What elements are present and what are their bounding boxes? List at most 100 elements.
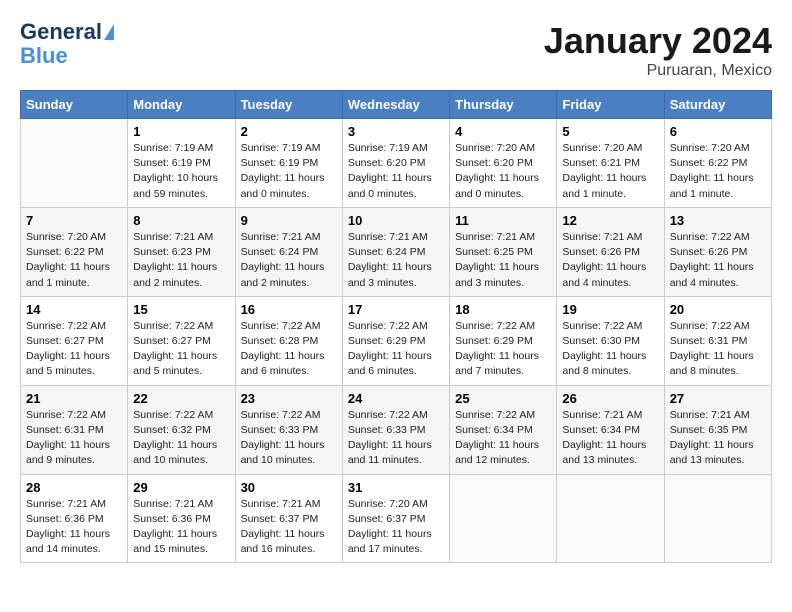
day-number: 24	[348, 391, 444, 406]
day-info: Sunrise: 7:20 AMSunset: 6:22 PMDaylight:…	[26, 230, 122, 291]
week-row-5: 28 Sunrise: 7:21 AMSunset: 6:36 PMDayligh…	[21, 474, 772, 563]
logo-blue: Blue	[20, 44, 68, 68]
day-cell: 28 Sunrise: 7:21 AMSunset: 6:36 PMDayligh…	[21, 474, 128, 563]
day-info: Sunrise: 7:21 AMSunset: 6:25 PMDaylight:…	[455, 230, 551, 291]
day-number: 2	[241, 124, 337, 139]
header-tuesday: Tuesday	[235, 91, 342, 119]
day-cell	[450, 474, 557, 563]
day-info: Sunrise: 7:21 AMSunset: 6:34 PMDaylight:…	[562, 408, 658, 469]
week-row-4: 21 Sunrise: 7:22 AMSunset: 6:31 PMDayligh…	[21, 385, 772, 474]
day-cell	[664, 474, 771, 563]
day-cell: 26Sunrise: 7:21 AMSunset: 6:34 PMDayligh…	[557, 385, 664, 474]
day-cell: 1Sunrise: 7:19 AMSunset: 6:19 PMDaylight…	[128, 119, 235, 208]
day-number: 9	[241, 213, 337, 228]
day-cell: 9 Sunrise: 7:21 AMSunset: 6:24 PMDaylight…	[235, 207, 342, 296]
day-cell: 31Sunrise: 7:20 AMSunset: 6:37 PMDayligh…	[342, 474, 449, 563]
day-number: 5	[562, 124, 658, 139]
day-info: Sunrise: 7:21 AMSunset: 6:26 PMDaylight:…	[562, 230, 658, 291]
day-info: Sunrise: 7:22 AMSunset: 6:33 PMDaylight:…	[241, 408, 337, 469]
day-info: Sunrise: 7:22 AMSunset: 6:30 PMDaylight:…	[562, 319, 658, 380]
day-info: Sunrise: 7:22 AMSunset: 6:27 PMDaylight:…	[26, 319, 122, 380]
day-number: 30	[241, 480, 337, 495]
day-number: 11	[455, 213, 551, 228]
calendar-header-row: SundayMondayTuesdayWednesdayThursdayFrid…	[21, 91, 772, 119]
day-cell: 21 Sunrise: 7:22 AMSunset: 6:31 PMDayligh…	[21, 385, 128, 474]
day-cell: 7 Sunrise: 7:20 AMSunset: 6:22 PMDaylight…	[21, 207, 128, 296]
day-number: 19	[562, 302, 658, 317]
calendar-subtitle: Puruaran, Mexico	[544, 62, 772, 80]
day-number: 29	[133, 480, 229, 495]
day-info: Sunrise: 7:22 AMSunset: 6:34 PMDaylight:…	[455, 408, 551, 469]
day-number: 15	[133, 302, 229, 317]
day-cell: 11 Sunrise: 7:21 AMSunset: 6:25 PMDayligh…	[450, 207, 557, 296]
day-number: 6	[670, 124, 766, 139]
week-row-3: 14Sunrise: 7:22 AMSunset: 6:27 PMDayligh…	[21, 296, 772, 385]
calendar-table: SundayMondayTuesdayWednesdayThursdayFrid…	[20, 90, 772, 563]
day-number: 18	[455, 302, 551, 317]
day-cell: 17 Sunrise: 7:22 AMSunset: 6:29 PMDayligh…	[342, 296, 449, 385]
day-info: Sunrise: 7:21 AMSunset: 6:36 PMDaylight:…	[26, 497, 122, 558]
day-cell: 23 Sunrise: 7:22 AMSunset: 6:33 PMDayligh…	[235, 385, 342, 474]
day-info: Sunrise: 7:21 AMSunset: 6:36 PMDaylight:…	[133, 497, 229, 558]
day-number: 27	[670, 391, 766, 406]
day-cell: 30 Sunrise: 7:21 AMSunset: 6:37 PMDayligh…	[235, 474, 342, 563]
day-number: 3	[348, 124, 444, 139]
day-info: Sunrise: 7:21 AMSunset: 6:24 PMDaylight:…	[241, 230, 337, 291]
day-cell	[557, 474, 664, 563]
day-cell: 19 Sunrise: 7:22 AMSunset: 6:30 PMDayligh…	[557, 296, 664, 385]
header-monday: Monday	[128, 91, 235, 119]
day-info: Sunrise: 7:22 AMSunset: 6:29 PMDaylight:…	[348, 319, 444, 380]
day-info: Sunrise: 7:22 AMSunset: 6:32 PMDaylight:…	[133, 408, 229, 469]
day-info: Sunrise: 7:22 AMSunset: 6:27 PMDaylight:…	[133, 319, 229, 380]
calendar-title: January 2024	[544, 20, 772, 62]
day-number: 21	[26, 391, 122, 406]
day-info: Sunrise: 7:22 AMSunset: 6:26 PMDaylight:…	[670, 230, 766, 291]
header-friday: Friday	[557, 91, 664, 119]
day-info: Sunrise: 7:21 AMSunset: 6:23 PMDaylight:…	[133, 230, 229, 291]
day-number: 7	[26, 213, 122, 228]
logo: General Blue	[20, 20, 114, 68]
day-info: Sunrise: 7:21 AMSunset: 6:35 PMDaylight:…	[670, 408, 766, 469]
day-number: 12	[562, 213, 658, 228]
day-number: 10	[348, 213, 444, 228]
day-cell: 3 Sunrise: 7:19 AMSunset: 6:20 PMDaylight…	[342, 119, 449, 208]
day-cell: 10Sunrise: 7:21 AMSunset: 6:24 PMDayligh…	[342, 207, 449, 296]
day-cell: 27 Sunrise: 7:21 AMSunset: 6:35 PMDayligh…	[664, 385, 771, 474]
day-info: Sunrise: 7:20 AMSunset: 6:21 PMDaylight:…	[562, 141, 658, 202]
day-cell: 4 Sunrise: 7:20 AMSunset: 6:20 PMDaylight…	[450, 119, 557, 208]
day-number: 20	[670, 302, 766, 317]
header-thursday: Thursday	[450, 91, 557, 119]
day-cell: 22 Sunrise: 7:22 AMSunset: 6:32 PMDayligh…	[128, 385, 235, 474]
day-cell: 16Sunrise: 7:22 AMSunset: 6:28 PMDayligh…	[235, 296, 342, 385]
day-cell: 6Sunrise: 7:20 AMSunset: 6:22 PMDaylight…	[664, 119, 771, 208]
day-info: Sunrise: 7:22 AMSunset: 6:29 PMDaylight:…	[455, 319, 551, 380]
day-info: Sunrise: 7:19 AMSunset: 6:20 PMDaylight:…	[348, 141, 444, 202]
day-cell: 24Sunrise: 7:22 AMSunset: 6:33 PMDayligh…	[342, 385, 449, 474]
day-number: 13	[670, 213, 766, 228]
day-cell: 18 Sunrise: 7:22 AMSunset: 6:29 PMDayligh…	[450, 296, 557, 385]
day-info: Sunrise: 7:21 AMSunset: 6:37 PMDaylight:…	[241, 497, 337, 558]
week-row-1: 1 Sunrise: 7:19 AMSunset: 6:19 PMDaylight…	[21, 119, 772, 208]
day-number: 17	[348, 302, 444, 317]
day-cell: 13 Sunrise: 7:22 AMSunset: 6:26 PMDayligh…	[664, 207, 771, 296]
day-cell: 25 Sunrise: 7:22 AMSunset: 6:34 PMDayligh…	[450, 385, 557, 474]
day-number: 31	[348, 480, 444, 495]
day-cell: 2 Sunrise: 7:19 AMSunset: 6:19 PMDaylight…	[235, 119, 342, 208]
day-number: 1	[133, 124, 229, 139]
day-cell: 14Sunrise: 7:22 AMSunset: 6:27 PMDayligh…	[21, 296, 128, 385]
day-number: 4	[455, 124, 551, 139]
day-number: 28	[26, 480, 122, 495]
page-header: General Blue January 2024 Puruaran, Mexi…	[20, 20, 772, 80]
day-number: 23	[241, 391, 337, 406]
day-number: 8	[133, 213, 229, 228]
header-sunday: Sunday	[21, 91, 128, 119]
day-info: Sunrise: 7:19 AMSunset: 6:19 PMDaylight:…	[241, 141, 337, 202]
day-cell: 29 Sunrise: 7:21 AMSunset: 6:36 PMDayligh…	[128, 474, 235, 563]
day-info: Sunrise: 7:20 AMSunset: 6:20 PMDaylight:…	[455, 141, 551, 202]
day-cell: 20Sunrise: 7:22 AMSunset: 6:31 PMDayligh…	[664, 296, 771, 385]
day-cell: 12 Sunrise: 7:21 AMSunset: 6:26 PMDayligh…	[557, 207, 664, 296]
day-number: 25	[455, 391, 551, 406]
day-number: 22	[133, 391, 229, 406]
day-info: Sunrise: 7:22 AMSunset: 6:31 PMDaylight:…	[26, 408, 122, 469]
day-cell: 8 Sunrise: 7:21 AMSunset: 6:23 PMDaylight…	[128, 207, 235, 296]
